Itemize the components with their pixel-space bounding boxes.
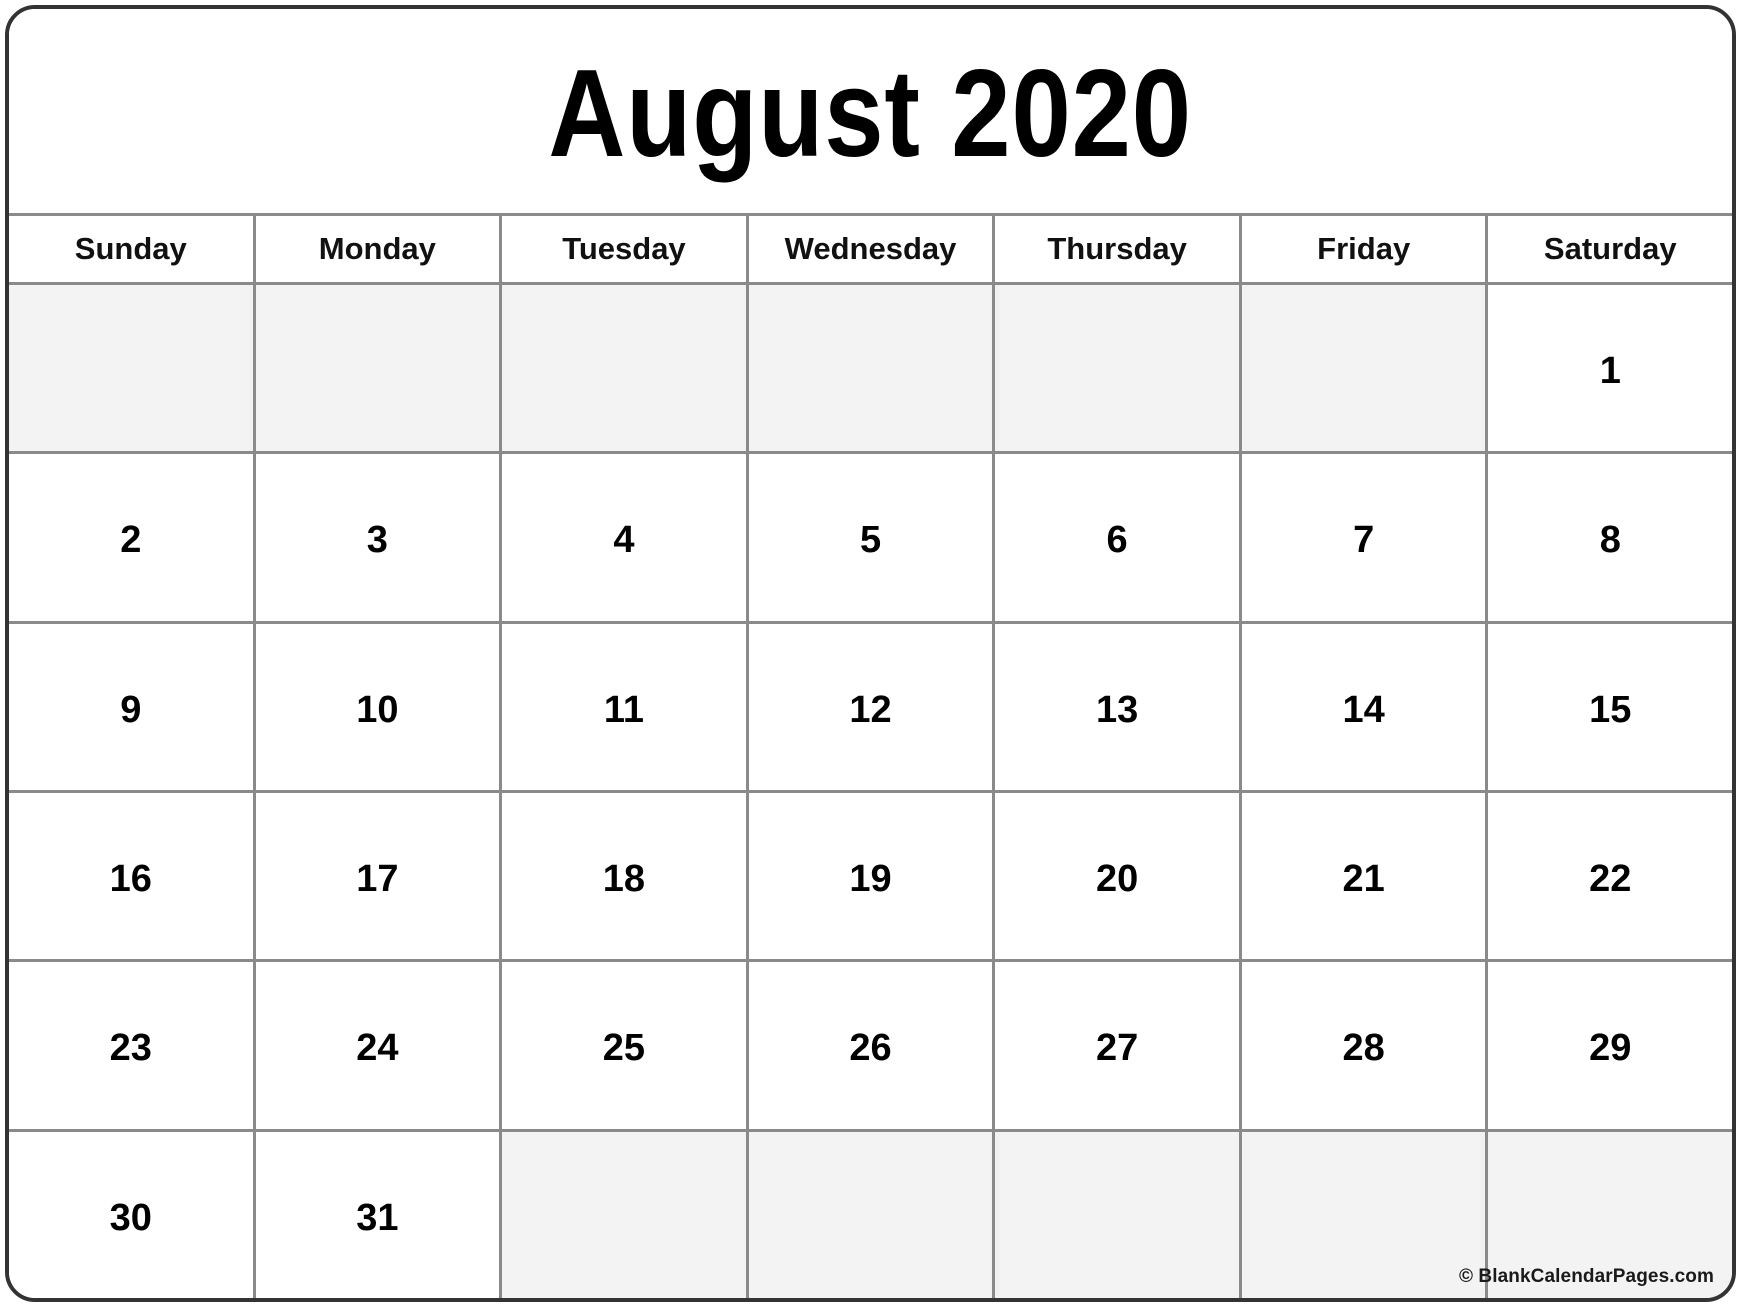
day-number: 11 [603, 688, 645, 731]
day-number: 14 [1342, 688, 1385, 731]
day-number: 20 [1095, 857, 1139, 900]
day-cell-empty [1241, 1131, 1489, 1298]
day-number: 6 [1106, 519, 1128, 562]
day-number: 17 [356, 857, 399, 900]
day-cell[interactable]: 4 [502, 454, 749, 621]
day-cell-empty [1241, 285, 1489, 452]
day-number: 27 [1095, 1027, 1139, 1070]
day-cell[interactable]: 29 [1488, 962, 1732, 1129]
day-cell[interactable]: 17 [255, 792, 503, 960]
day-number: 19 [849, 857, 892, 900]
day-cell[interactable]: 27 [995, 962, 1242, 1129]
day-cell[interactable]: 16 [9, 792, 256, 960]
day-cell[interactable]: 25 [502, 962, 749, 1129]
weekday-header-sunday: Sunday [9, 216, 256, 282]
page-title: August 2020 [548, 45, 1193, 183]
day-cell-empty [502, 1131, 749, 1298]
day-cell[interactable]: 9 [9, 623, 256, 790]
day-number: 3 [366, 519, 388, 562]
day-cell[interactable]: 8 [1488, 454, 1732, 621]
day-number: 16 [109, 857, 152, 900]
weekday-header-saturday: Saturday [1543, 231, 1677, 266]
day-cell[interactable]: 30 [9, 1131, 256, 1298]
day-number: 10 [356, 688, 399, 731]
day-number: 21 [1342, 857, 1385, 900]
calendar-page: August 2020 Sunday Monday Tuesday Wednesday… [5, 5, 1736, 1302]
day-cell[interactable]: 31 [255, 1131, 503, 1298]
day-number: 22 [1589, 857, 1632, 900]
day-number: 2 [120, 519, 142, 562]
day-cell[interactable]: 3 [255, 454, 503, 621]
day-number: 31 [356, 1196, 399, 1239]
day-cell-empty [995, 285, 1242, 452]
day-number: 18 [602, 857, 646, 900]
day-number: 26 [849, 1027, 892, 1070]
day-cell-empty [502, 285, 749, 452]
weekday-header-row: Sunday Monday Tuesday Wednesday Thursday Frid… [9, 216, 1732, 285]
day-number: 30 [109, 1196, 152, 1239]
day-cell-empty [9, 285, 256, 452]
day-cell[interactable]: 15 [1488, 623, 1732, 790]
weekday-header-tuesday: Tuesday [502, 216, 749, 282]
day-number: 12 [849, 688, 892, 731]
day-cell[interactable]: 26 [748, 962, 996, 1129]
week-row: 9 10 11 12 13 14 15 [9, 623, 1732, 793]
day-number: 5 [859, 519, 882, 562]
day-cell[interactable]: 24 [255, 962, 503, 1129]
weekday-header-wednesday: Wednesday [749, 216, 996, 282]
day-number: 29 [1589, 1027, 1632, 1070]
calendar-title-bar: August 2020 [9, 9, 1732, 216]
day-cell-empty [995, 1131, 1242, 1298]
day-cell-empty [748, 285, 996, 452]
weekday-header-monday: Monday [256, 216, 503, 282]
day-cell[interactable]: 22 [1488, 792, 1732, 960]
day-number: 8 [1599, 519, 1621, 562]
day-cell[interactable]: 7 [1241, 454, 1489, 621]
day-number: 9 [120, 688, 142, 731]
day-number: 24 [356, 1027, 399, 1070]
day-cell[interactable]: 19 [748, 792, 996, 960]
weekday-header-friday: Friday [1242, 216, 1489, 282]
day-cell[interactable]: 1 [1488, 285, 1732, 452]
day-number: 23 [109, 1027, 152, 1070]
day-cell[interactable]: 13 [995, 623, 1242, 790]
day-cell[interactable]: 12 [748, 623, 996, 790]
week-row: 1 [9, 285, 1732, 455]
day-cell[interactable]: 23 [9, 962, 256, 1129]
day-number: 13 [1095, 688, 1139, 731]
day-cell[interactable]: 21 [1241, 792, 1489, 960]
day-number: 7 [1353, 519, 1375, 562]
copyright-credit: © BlankCalendarPages.com [1458, 1266, 1714, 1287]
week-row: 2 3 4 5 6 7 8 [9, 454, 1732, 624]
day-number: 28 [1342, 1027, 1385, 1070]
day-cell[interactable]: 10 [255, 623, 503, 790]
week-row: 23 24 25 26 27 28 29 [9, 962, 1732, 1132]
day-number: 1 [1599, 350, 1621, 392]
day-cell[interactable]: 2 [9, 454, 256, 621]
day-cell-empty [748, 1131, 996, 1298]
day-cell[interactable]: 20 [995, 792, 1242, 960]
day-cell[interactable]: 5 [748, 454, 996, 621]
day-number: 25 [602, 1027, 646, 1070]
day-cell[interactable]: 6 [995, 454, 1242, 621]
weekday-header-thursday: Thursday [995, 216, 1242, 282]
day-number: 15 [1589, 688, 1632, 731]
day-cell-empty [255, 285, 503, 452]
day-cell[interactable]: 18 [502, 792, 749, 960]
day-cell[interactable]: 28 [1241, 962, 1489, 1129]
day-cell[interactable]: 14 [1241, 623, 1489, 790]
day-number: 4 [613, 519, 635, 562]
week-row: 16 17 18 19 20 21 22 [9, 792, 1732, 963]
calendar-weeks-grid: 1 2 3 4 5 6 7 8 9 10 11 12 13 14 15 16 17 18 19 20 21 22 23 24 2… [9, 285, 1732, 1298]
day-cell[interactable]: 11 [502, 623, 749, 790]
